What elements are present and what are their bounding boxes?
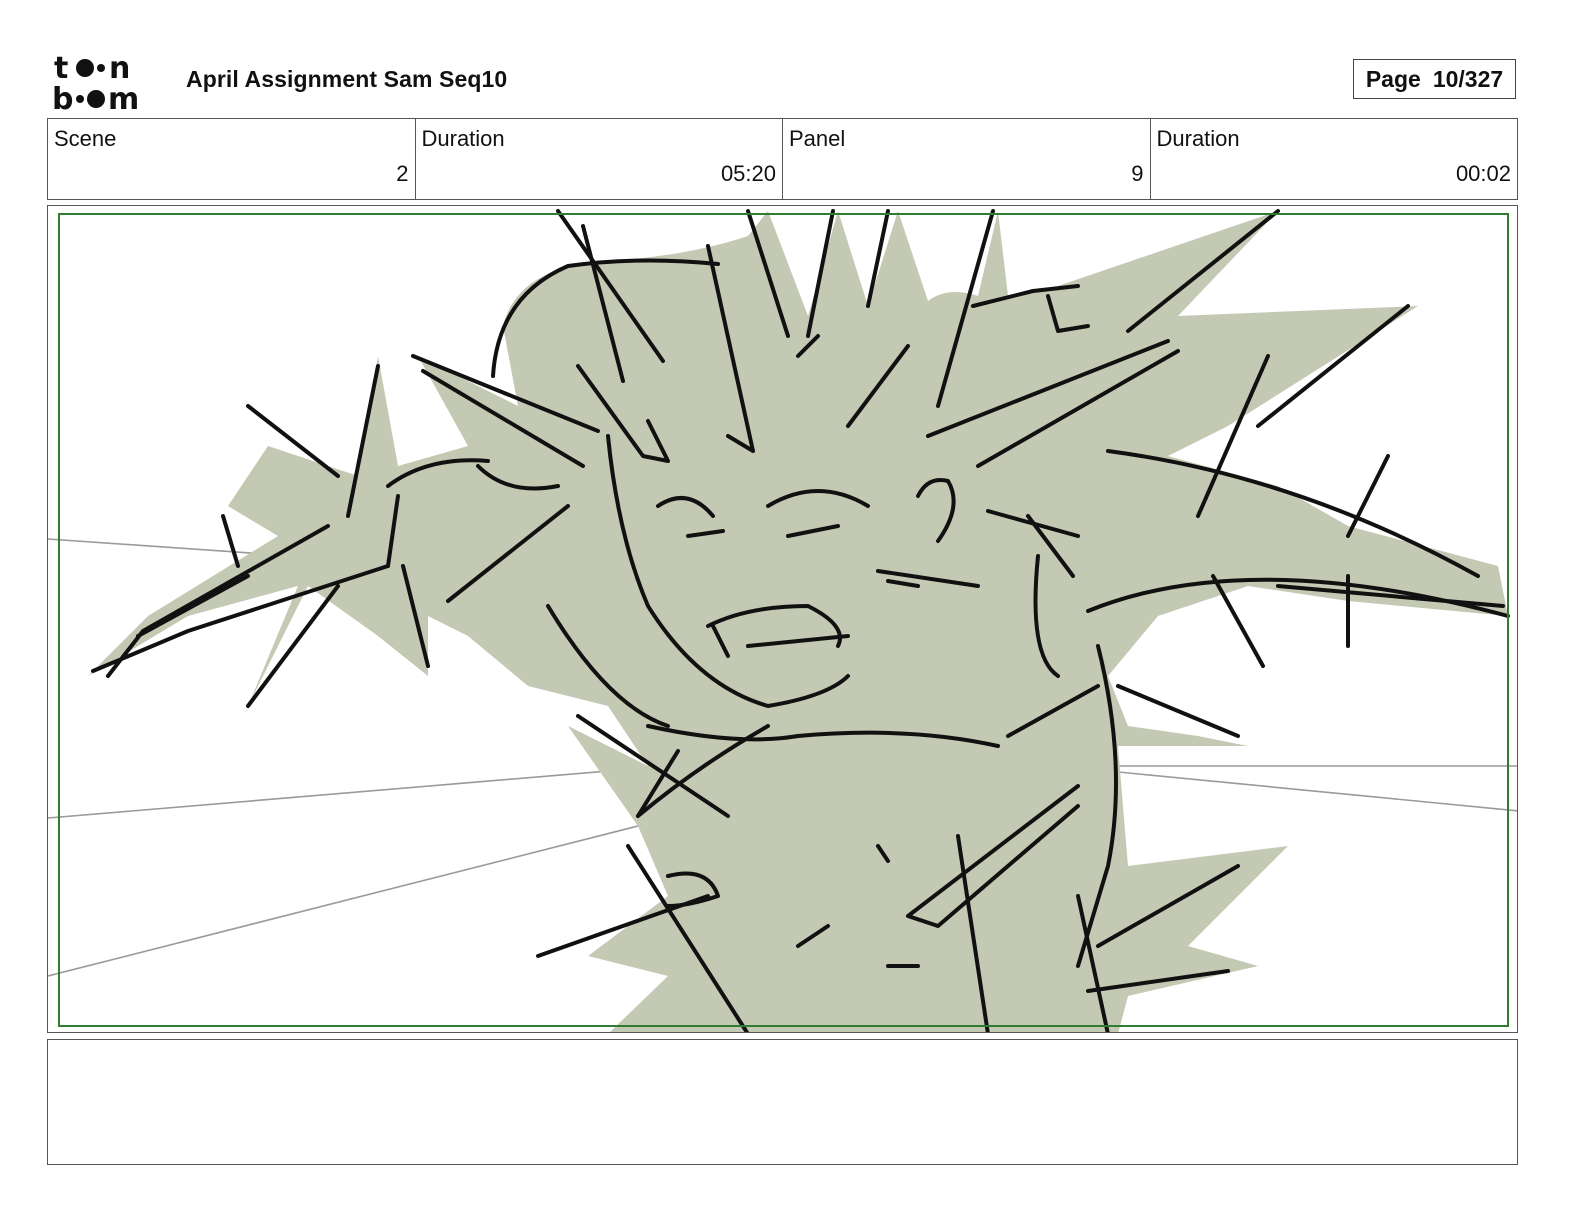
scene-duration-value: 05:20 <box>720 161 776 186</box>
scene-duration-cell: Duration 05:20 <box>416 119 783 199</box>
page-number: 10/327 <box>1432 65 1504 92</box>
svg-text:n: n <box>109 52 130 86</box>
svg-text:t: t <box>54 52 68 86</box>
panel-label: Panel <box>789 126 846 151</box>
page-label: Page <box>1365 65 1421 92</box>
scene-cell: Scene 2 <box>48 119 416 199</box>
panel-info-table: Scene 2 Duration 05:20 Panel 9 Duration … <box>47 118 1518 200</box>
page-indicator: Page 10/327 <box>1353 59 1516 99</box>
panel-duration-cell: Duration 00:02 <box>1151 119 1518 199</box>
scene-label: Scene <box>54 126 117 151</box>
storyboard-panel <box>47 205 1518 1033</box>
toon-boom-logo: t n b m <box>52 52 139 112</box>
document-title: April Assignment Sam Seq10 <box>186 66 508 92</box>
scene-duration-label: Duration <box>421 126 505 151</box>
panel-cell: Panel 9 <box>783 119 1151 199</box>
character-fill <box>88 211 1508 1032</box>
svg-text:m: m <box>108 82 139 112</box>
panel-notes-box <box>47 1039 1518 1165</box>
svg-text:b: b <box>52 82 73 112</box>
panel-duration-label: Duration <box>1156 126 1240 151</box>
panel-duration-value: 00:02 <box>1455 161 1511 186</box>
panel-value: 9 <box>1131 161 1144 186</box>
panel-sketch <box>48 209 1517 1032</box>
scene-value: 2 <box>396 161 409 186</box>
